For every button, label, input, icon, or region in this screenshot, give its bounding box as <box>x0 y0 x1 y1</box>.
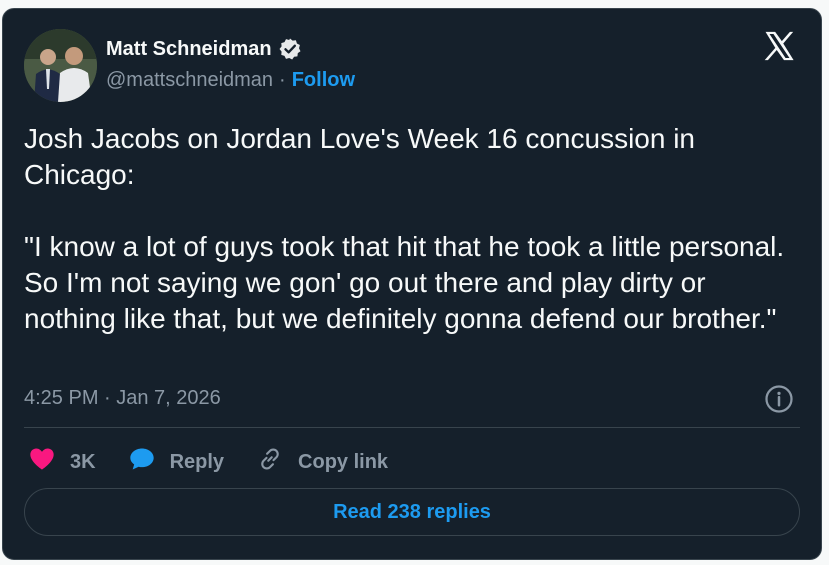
tweet-card: Matt Schneidman @mattschneidman · Follow… <box>2 8 822 560</box>
like-count: 3K <box>70 450 96 473</box>
like-button[interactable]: 3K <box>28 445 96 479</box>
avatar[interactable] <box>24 29 97 102</box>
timestamp[interactable]: 4:25 PM · Jan 7, 2026 <box>24 387 221 410</box>
info-icon[interactable] <box>764 384 794 414</box>
copy-link-button[interactable]: Copy link <box>256 445 388 479</box>
heart-icon <box>28 445 56 479</box>
divider <box>24 427 800 428</box>
action-bar: 3K Reply Copy link <box>28 445 420 479</box>
tweet-text: Josh Jacobs on Jordan Love's Week 16 con… <box>24 123 785 334</box>
author-name[interactable]: Matt Schneidman <box>106 38 272 61</box>
x-logo-icon[interactable] <box>762 29 796 63</box>
separator: · <box>279 69 286 91</box>
author-handle[interactable]: @mattschneidman <box>106 69 273 92</box>
follow-button[interactable]: Follow <box>292 69 355 92</box>
copy-link-label: Copy link <box>298 450 389 473</box>
author-name-row: Matt Schneidman <box>106 37 302 61</box>
link-icon <box>256 445 284 479</box>
reply-button[interactable]: Reply <box>128 445 224 479</box>
reply-bubble-icon <box>128 445 156 479</box>
handle-row: @mattschneidman · Follow <box>106 69 355 92</box>
read-replies-button[interactable]: Read 238 replies <box>24 488 800 536</box>
verified-badge-icon <box>278 37 302 61</box>
reply-label: Reply <box>169 450 225 473</box>
